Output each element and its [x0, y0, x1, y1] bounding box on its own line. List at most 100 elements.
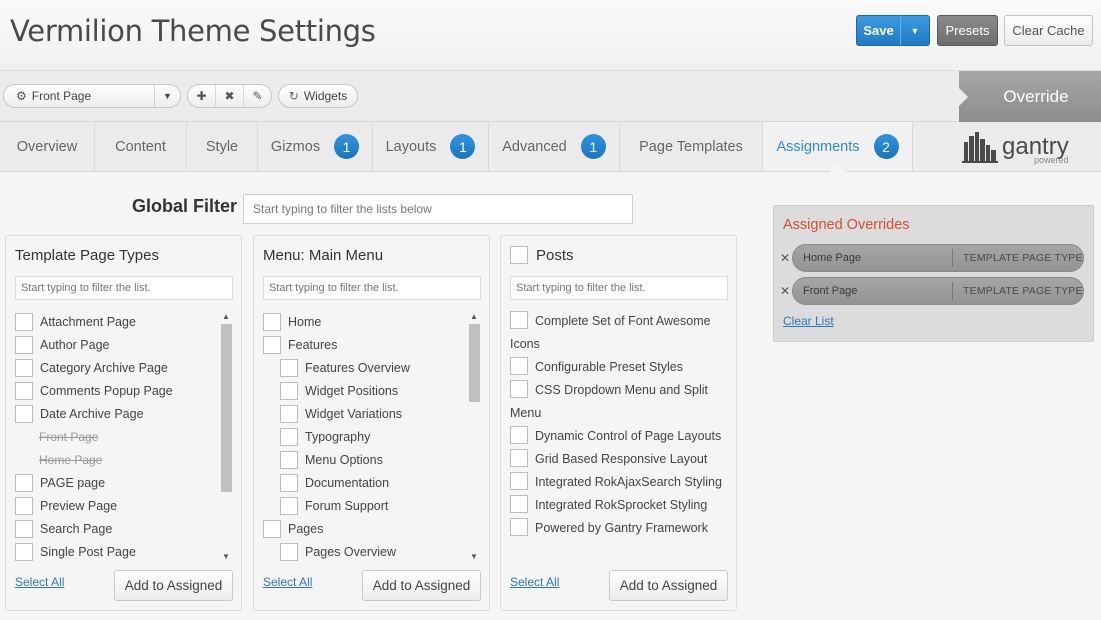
list-item[interactable]: Pages Overview — [263, 540, 481, 562]
global-filter-input[interactable] — [243, 194, 633, 224]
item-checkbox[interactable] — [280, 381, 298, 400]
list-item[interactable]: Widget Positions — [263, 379, 481, 402]
item-checkbox[interactable] — [280, 496, 298, 515]
list-filter-input[interactable] — [510, 276, 728, 300]
widgets-button[interactable]: ↻ Widgets — [278, 84, 358, 108]
scrollbar[interactable]: ▲ ▼ — [219, 310, 233, 562]
assigned-override-pill[interactable]: Home Page TEMPLATE PAGE TYPE — [792, 244, 1084, 272]
tab-layouts[interactable]: Layouts 1 — [373, 122, 489, 171]
clear-list-link[interactable]: Clear List — [783, 314, 834, 328]
item-checkbox[interactable] — [263, 519, 281, 538]
page-select[interactable]: ⚙ Front Page ▼ — [3, 84, 181, 108]
add-to-assigned-button[interactable]: Add to Assigned — [362, 570, 481, 601]
item-checkbox[interactable] — [15, 404, 33, 423]
item-checkbox[interactable] — [15, 335, 33, 354]
list-item[interactable]: CSS Dropdown Menu and Split Menu — [510, 379, 728, 425]
list-item[interactable]: Widget Variations — [263, 402, 481, 425]
list-item[interactable]: Author Page — [15, 333, 233, 356]
edit-override-button[interactable]: ✎ — [244, 85, 271, 107]
add-override-button[interactable]: ✚ — [188, 85, 216, 107]
item-checkbox[interactable] — [510, 449, 528, 468]
override-button[interactable]: Override — [959, 71, 1101, 122]
list-item[interactable]: Integrated RokAjaxSearch Styling — [510, 471, 728, 494]
list-item[interactable]: Features — [263, 333, 481, 356]
tab-assignments[interactable]: Assignments 2 — [763, 122, 913, 172]
add-to-assigned-button[interactable]: Add to Assigned — [114, 570, 233, 601]
item-checkbox[interactable] — [510, 311, 528, 330]
item-checkbox[interactable] — [280, 427, 298, 446]
list-item[interactable]: Search Page — [15, 517, 233, 540]
list-filter-input[interactable] — [263, 276, 481, 300]
tab-advanced[interactable]: Advanced 1 — [489, 122, 620, 171]
item-checkbox[interactable] — [280, 450, 298, 469]
select-all-link[interactable]: Select All — [510, 575, 559, 589]
item-checkbox[interactable] — [15, 519, 33, 538]
scrollbar[interactable]: ▲ ▼ — [467, 310, 481, 562]
scroll-down-icon[interactable]: ▼ — [467, 550, 481, 562]
select-all-link[interactable]: Select All — [263, 575, 312, 589]
select-all-link[interactable]: Select All — [15, 575, 64, 589]
list-item[interactable]: Home — [263, 310, 481, 333]
list-item[interactable]: Configurable Preset Styles — [510, 356, 728, 379]
item-checkbox[interactable] — [15, 381, 33, 400]
item-checkbox[interactable] — [510, 518, 528, 537]
item-checkbox[interactable] — [15, 542, 33, 561]
item-checkbox[interactable] — [510, 472, 528, 491]
item-checkbox[interactable] — [15, 496, 33, 515]
list-item[interactable]: Preview Page — [15, 494, 233, 517]
posts-checkbox[interactable] — [510, 246, 528, 264]
clear-cache-button[interactable]: Clear Cache — [1004, 15, 1093, 46]
tab-gizmos[interactable]: Gizmos 1 — [258, 122, 373, 171]
item-checkbox[interactable] — [15, 473, 33, 492]
list-item[interactable]: Date Archive Page — [15, 402, 233, 425]
list-item[interactable]: Forum Support — [263, 494, 481, 517]
list-item[interactable]: Documentation — [263, 471, 481, 494]
tab-overview[interactable]: Overview — [0, 122, 95, 171]
list-item[interactable]: Comments Popup Page — [15, 379, 233, 402]
item-checkbox[interactable] — [280, 404, 298, 423]
item-label: PAGE page — [40, 475, 106, 490]
list-filter-input[interactable] — [15, 276, 233, 300]
list-item[interactable]: Features Overview — [263, 356, 481, 379]
tab-style[interactable]: Style — [187, 122, 258, 171]
presets-button[interactable]: Presets — [937, 15, 998, 46]
item-checkbox[interactable] — [510, 380, 528, 399]
item-checkbox[interactable] — [510, 426, 528, 445]
assigned-override-pill[interactable]: Front Page TEMPLATE PAGE TYPE — [792, 277, 1084, 305]
list-item[interactable]: Grid Based Responsive Layout — [510, 448, 728, 471]
scroll-thumb[interactable] — [221, 324, 232, 492]
list-item[interactable]: Powered by Gantry Framework — [510, 517, 728, 540]
list-item[interactable]: Integrated RokSprocket Styling — [510, 494, 728, 517]
remove-icon[interactable]: ✕ — [780, 284, 792, 298]
list-item[interactable]: Dynamic Control of Page Layouts — [510, 425, 728, 448]
save-button[interactable]: Save — [856, 15, 900, 46]
list-item[interactable]: Pages — [263, 517, 481, 540]
item-checkbox[interactable] — [510, 495, 528, 514]
tab-content[interactable]: Content — [95, 122, 187, 171]
list-item[interactable]: PAGE page — [15, 471, 233, 494]
scroll-down-icon[interactable]: ▼ — [219, 550, 233, 562]
item-checkbox[interactable] — [510, 357, 528, 376]
list-item[interactable]: Complete Set of Font Awesome Icons — [510, 310, 728, 356]
item-checkbox[interactable] — [280, 358, 298, 377]
item-checkbox[interactable] — [263, 312, 281, 331]
delete-override-button[interactable]: ✖ — [216, 85, 244, 107]
list-item[interactable]: Category Archive Page — [15, 356, 233, 379]
tab-page-templates[interactable]: Page Templates — [620, 122, 763, 171]
list-item[interactable]: Typography — [263, 425, 481, 448]
list-item[interactable]: Single Post Page — [15, 540, 233, 562]
save-options-button[interactable]: ▼ — [900, 15, 930, 46]
list-item[interactable]: Menu Options — [263, 448, 481, 471]
item-checkbox[interactable] — [280, 473, 298, 492]
item-checkbox[interactable] — [15, 358, 33, 377]
item-label: Integrated RokSprocket Styling — [535, 498, 708, 512]
item-checkbox[interactable] — [15, 312, 33, 331]
item-checkbox[interactable] — [280, 542, 298, 561]
list-item[interactable]: Attachment Page — [15, 310, 233, 333]
scroll-thumb[interactable] — [469, 324, 480, 402]
item-checkbox[interactable] — [263, 335, 281, 354]
add-to-assigned-button[interactable]: Add to Assigned — [609, 570, 728, 601]
scroll-up-icon[interactable]: ▲ — [467, 310, 481, 322]
scroll-up-icon[interactable]: ▲ — [219, 310, 233, 322]
remove-icon[interactable]: ✕ — [780, 251, 792, 265]
